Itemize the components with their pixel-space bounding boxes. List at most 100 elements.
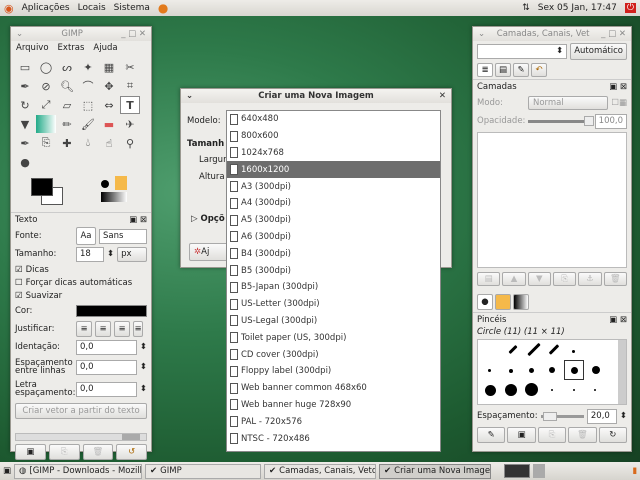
template-option[interactable]: 1024x768 bbox=[227, 145, 440, 162]
text-color-button[interactable] bbox=[76, 305, 147, 317]
letter-spacing-spinner[interactable]: ⬍ bbox=[140, 384, 147, 394]
line-spacing-input[interactable]: 0,0 bbox=[76, 359, 137, 375]
ubuntu-logo-icon[interactable]: ◉ bbox=[4, 2, 14, 15]
hinting-checkbox[interactable]: ☑ bbox=[15, 265, 23, 275]
template-option[interactable]: B5-Japan (300dpi) bbox=[227, 279, 440, 296]
template-option[interactable]: US-Letter (300dpi) bbox=[227, 296, 440, 313]
template-option[interactable]: B5 (300dpi) bbox=[227, 262, 440, 279]
scissors-tool-icon[interactable]: ✂ bbox=[120, 58, 140, 76]
auto-button[interactable]: Automático bbox=[570, 42, 627, 60]
tab-channels-icon[interactable]: ▤ bbox=[495, 63, 511, 77]
blend-tool-icon[interactable] bbox=[36, 115, 56, 133]
delete-layer-button[interactable]: 🗑︎ bbox=[603, 272, 627, 286]
lower-layer-button[interactable]: ▼ bbox=[527, 272, 551, 286]
unit-select[interactable]: px bbox=[117, 246, 147, 262]
dock-titlebar[interactable]: ⌄ Camadas, Canais, Vet _ □ ✕ bbox=[473, 27, 631, 41]
rect-select-tool-icon[interactable]: ▭ bbox=[15, 58, 35, 76]
font-input[interactable]: Sans bbox=[99, 228, 147, 244]
zoom-tool-icon[interactable]: 🔍︎ bbox=[57, 77, 77, 95]
spacing-slider[interactable] bbox=[540, 411, 584, 421]
justify-fill-button[interactable]: ≡ bbox=[133, 321, 143, 337]
window-menu-icon[interactable]: ⌄ bbox=[16, 29, 23, 39]
toolbox-titlebar[interactable]: ⌄ GIMP _ □ ✕ bbox=[11, 27, 151, 41]
eraser-tool-icon[interactable]: ▬ bbox=[99, 115, 119, 133]
save-options-button[interactable]: ▣ bbox=[15, 444, 46, 460]
workspace-switcher[interactable] bbox=[504, 464, 531, 478]
dialog-close-button[interactable]: ✕ bbox=[439, 91, 446, 101]
dodge-burn-tool-icon[interactable]: ⚲ bbox=[120, 134, 140, 152]
lock-alpha-checkbox[interactable]: ☐▦ bbox=[611, 98, 627, 108]
blur-tool-icon[interactable]: 💧︎ bbox=[78, 134, 98, 152]
pencil-tool-icon[interactable]: ✏ bbox=[57, 115, 77, 133]
show-desktop-icon[interactable]: ▣ bbox=[3, 466, 11, 476]
panel-controls[interactable]: ▣ ⊠ bbox=[609, 315, 627, 325]
template-option[interactable]: Web banner common 468x60 bbox=[227, 380, 440, 397]
crop-tool-icon[interactable]: ⌗ bbox=[120, 77, 140, 95]
template-option[interactable]: Web banner huge 728x90 bbox=[227, 397, 440, 414]
tab-layers-icon[interactable]: ≣ bbox=[477, 63, 493, 77]
gradient-indicator-icon[interactable] bbox=[101, 192, 127, 202]
smudge2-tool-icon[interactable]: ● bbox=[15, 153, 35, 171]
line-spacing-spinner[interactable]: ⬍ bbox=[140, 362, 147, 372]
window-controls[interactable]: _ □ ✕ bbox=[121, 29, 146, 39]
template-option[interactable]: CD cover (300dpi) bbox=[227, 346, 440, 363]
menu-applications[interactable]: Aplicações bbox=[22, 3, 70, 13]
template-option[interactable]: A3 (300dpi) bbox=[227, 178, 440, 195]
taskbar-item-gimp[interactable]: ✔ GIMP bbox=[145, 463, 262, 479]
panel-controls[interactable]: ▣ ⊠ bbox=[609, 82, 627, 92]
justify-right-button[interactable]: ≡ bbox=[95, 321, 111, 337]
template-option[interactable]: 1600x1200 bbox=[227, 161, 440, 179]
spacing-spinner[interactable]: ⬍ bbox=[620, 411, 627, 421]
brushes-grid[interactable] bbox=[477, 339, 627, 405]
delete-brush-button[interactable]: 🗑︎ bbox=[568, 427, 597, 443]
clock[interactable]: Sex 05 Jan, 17:47 bbox=[538, 3, 617, 13]
menu-system[interactable]: Sistema bbox=[114, 3, 150, 13]
tab-patterns-icon[interactable] bbox=[495, 294, 511, 310]
color-picker-tool-icon[interactable]: ⊘ bbox=[36, 77, 56, 95]
template-option[interactable]: 640x480 bbox=[227, 111, 440, 128]
flip-tool-icon[interactable]: ⇔ bbox=[99, 96, 119, 114]
template-option[interactable]: 800x600 bbox=[227, 128, 440, 145]
reset-options-button[interactable]: ↺ bbox=[116, 444, 147, 460]
edit-brush-button[interactable]: ✎ bbox=[477, 427, 506, 443]
brush-indicator-icon[interactable] bbox=[101, 180, 109, 188]
template-option[interactable]: A5 (300dpi) bbox=[227, 212, 440, 229]
tab-gradients-icon[interactable] bbox=[513, 294, 529, 310]
size-input[interactable]: 18 bbox=[76, 246, 104, 262]
shutdown-icon[interactable]: ⏻ bbox=[624, 3, 636, 13]
duplicate-brush-button[interactable]: ⎘ bbox=[537, 427, 567, 443]
clone-tool-icon[interactable]: ⎘ bbox=[36, 134, 56, 152]
refresh-brushes-button[interactable]: ↻ bbox=[598, 427, 628, 443]
network-icon[interactable]: ⇅ bbox=[522, 3, 530, 13]
justify-left-button[interactable]: ≡ bbox=[76, 321, 92, 337]
spacing-input[interactable]: 20,0 bbox=[586, 408, 617, 424]
trash-icon[interactable]: ▮ bbox=[632, 466, 637, 476]
brushes-scrollbar[interactable] bbox=[618, 340, 626, 404]
letter-spacing-input[interactable]: 0,0 bbox=[76, 381, 137, 397]
menu-extras[interactable]: Extras bbox=[58, 43, 85, 53]
advanced-options-expander[interactable]: ▷ Opçõ bbox=[191, 214, 225, 224]
airbrush-tool-icon[interactable]: ✈ bbox=[120, 115, 140, 133]
template-option[interactable]: A4 (300dpi) bbox=[227, 195, 440, 212]
template-option[interactable]: Toilet paper (US, 300dpi) bbox=[227, 329, 440, 346]
paths-tool-icon[interactable]: ✒ bbox=[15, 77, 35, 95]
taskbar-item-layers[interactable]: ✔Camadas, Canais, Vetores, ... bbox=[264, 463, 377, 479]
tab-brushes-icon[interactable]: ● bbox=[477, 294, 493, 310]
justify-center-button[interactable]: ≡ bbox=[114, 321, 130, 337]
indent-input[interactable]: 0,0 bbox=[76, 339, 137, 355]
taskbar-item-firefox[interactable]: ◍[GIMP - Downloads - Mozilla ... bbox=[14, 463, 143, 479]
text-tool-icon[interactable]: T bbox=[120, 96, 140, 114]
perspective-tool-icon[interactable]: ⬚ bbox=[78, 96, 98, 114]
opacity-slider[interactable] bbox=[528, 115, 594, 126]
pattern-indicator-icon[interactable] bbox=[115, 176, 127, 190]
scale-tool-icon[interactable]: ⤢ bbox=[36, 96, 56, 114]
anchor-layer-button[interactable]: ⚓ bbox=[578, 272, 602, 286]
raise-layer-button[interactable]: ▲ bbox=[502, 272, 526, 286]
layers-list[interactable] bbox=[477, 132, 627, 268]
color-select-tool-icon[interactable]: ▦ bbox=[99, 58, 119, 76]
indent-spinner[interactable]: ⬍ bbox=[140, 342, 147, 352]
smudge-tool-icon[interactable]: ☝ bbox=[99, 134, 119, 152]
menu-file[interactable]: Arquivo bbox=[16, 43, 49, 53]
horizontal-scrollbar[interactable] bbox=[15, 433, 147, 441]
menu-places[interactable]: Locais bbox=[78, 3, 106, 13]
